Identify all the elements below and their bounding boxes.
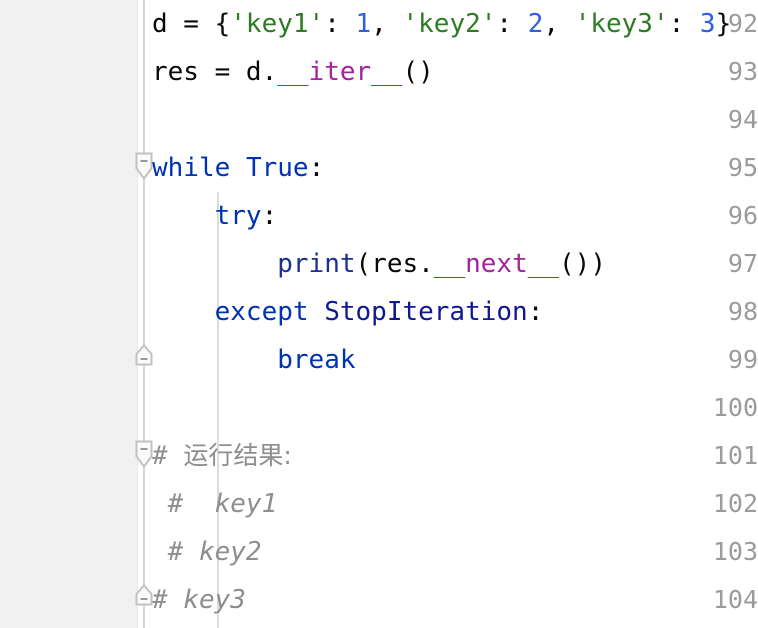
fold-end-icon[interactable] — [132, 343, 156, 377]
code-line[interactable]: res = d.__iter__() — [152, 48, 434, 96]
code-token-comment: # key2 — [152, 537, 262, 567]
code-token-num: 2 — [527, 9, 544, 39]
code-token-comment: # key3 — [152, 585, 246, 615]
fold-start-icon[interactable] — [132, 439, 156, 473]
code-token-kw: except — [214, 297, 309, 327]
code-line[interactable]: while True: — [152, 144, 324, 192]
code-token-default: : — [308, 153, 325, 183]
code-token-default — [152, 345, 277, 375]
code-token-default: : — [324, 9, 356, 39]
code-token-num: 3 — [699, 9, 716, 39]
code-token-cls: StopIteration — [324, 297, 528, 327]
code-token-comment: # key1 — [152, 489, 278, 519]
code-token-default — [152, 201, 215, 231]
code-token-num: 1 — [355, 9, 372, 39]
code-token-dunder: __next__ — [433, 249, 560, 279]
code-token-str: 'key2' — [402, 9, 497, 39]
code-token-default: res = d. — [152, 57, 278, 87]
code-line[interactable]: except StopIteration: — [152, 288, 544, 336]
code-token-kw: break — [277, 345, 356, 375]
code-token-comment: # — [152, 441, 184, 471]
code-token-default — [152, 297, 215, 327]
code-token-default: , — [543, 9, 575, 39]
fold-start-icon[interactable] — [132, 151, 156, 185]
code-token-default — [309, 297, 325, 327]
code-token-default: : — [496, 9, 528, 39]
code-token-default: ()) — [559, 249, 606, 279]
code-token-default: : — [527, 297, 544, 327]
code-token-kw: try — [214, 201, 262, 231]
code-line[interactable]: d = {'key1': 1, 'key2': 2, 'key3': 3} — [152, 0, 731, 48]
code-token-default: : — [261, 201, 278, 231]
code-token-str: 'key1' — [230, 9, 325, 39]
code-token-default: } — [715, 9, 732, 39]
code-editor[interactable]: 92 93 94 95 96 97 98 99 100 101 102 103 104 d = {'ke… — [0, 0, 758, 628]
code-token-comment-cjk: 运行结果: — [183, 441, 292, 470]
code-token-default — [230, 153, 246, 183]
code-token-default: : — [668, 9, 700, 39]
code-line[interactable]: # key3 — [152, 576, 246, 624]
code-line[interactable]: # key2 — [152, 528, 262, 576]
fold-end-icon[interactable] — [132, 583, 156, 617]
code-token-str: 'key3' — [574, 9, 669, 39]
code-token-kw: while — [152, 153, 231, 183]
code-token-default: (res. — [355, 249, 434, 279]
code-line[interactable]: # 运行结果: — [152, 432, 292, 480]
code-text-area[interactable]: d = {'key1': 1, 'key2': 2, 'key3': 3} res… — [0, 0, 758, 628]
code-line[interactable]: break — [152, 336, 356, 384]
code-token-dunder: __iter__ — [277, 57, 403, 87]
code-token-fn: print — [277, 249, 356, 279]
code-token-default: , — [371, 9, 403, 39]
code-token-kw: True — [245, 153, 309, 183]
code-token-default: d = { — [152, 9, 231, 39]
code-line[interactable]: print(res.__next__()) — [152, 240, 606, 288]
code-token-default: () — [402, 57, 434, 87]
code-line[interactable]: try: — [152, 192, 278, 240]
code-line[interactable]: # key1 — [152, 480, 278, 528]
code-token-default — [152, 249, 277, 279]
